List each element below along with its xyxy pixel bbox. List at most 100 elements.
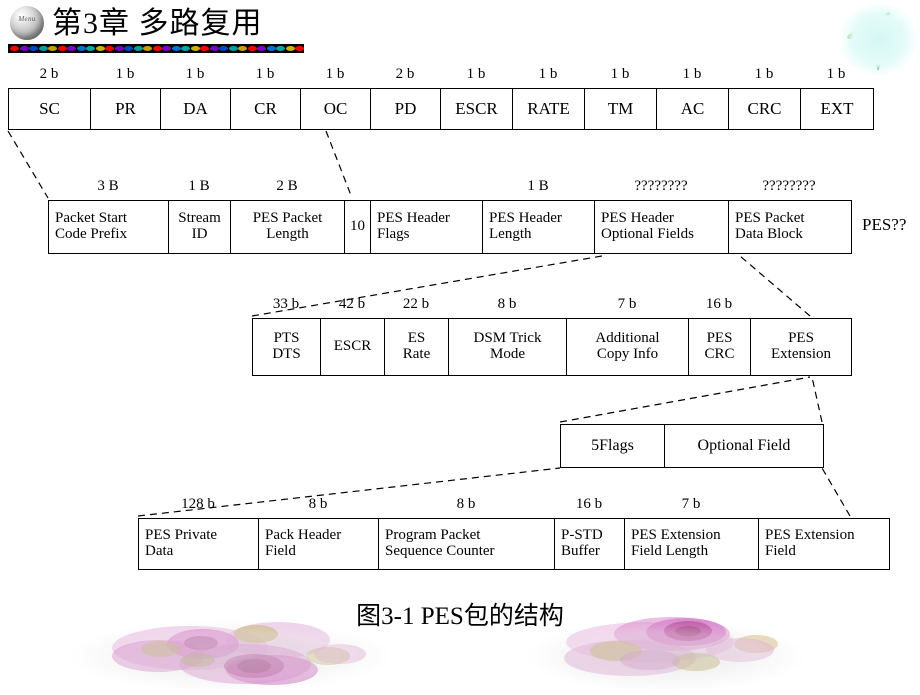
field-label: TM <box>607 99 634 119</box>
field-cell[interactable]: PES Packet Length <box>231 201 345 253</box>
field-cell[interactable]: 10 <box>345 201 371 253</box>
field-size-label: 1 b <box>682 66 702 82</box>
field-size-label: 1 b <box>325 66 345 82</box>
field-label: Packet Start <box>55 210 128 227</box>
title-rule-dot <box>266 46 276 51</box>
field-size-label: 16 b <box>705 296 733 312</box>
row4-to-row5-right <box>821 467 851 517</box>
field-cell[interactable]: PES CRC <box>689 319 751 375</box>
flower-decoration-right <box>500 604 830 690</box>
title-rule-dot <box>114 46 124 51</box>
field-cell[interactable]: PES Header Length <box>483 201 595 253</box>
row1-to-row2-left <box>7 130 49 199</box>
pes-extension-row: 5Flags Optional Field <box>560 424 824 468</box>
field-cell[interactable]: CR <box>231 89 301 129</box>
field-label: Mode <box>490 346 525 362</box>
field-cell[interactable]: Stream ID <box>169 201 231 253</box>
field-size-label: 1 b <box>610 66 630 82</box>
field-label: 5Flags <box>591 436 634 454</box>
field-cell[interactable]: SC <box>9 89 91 129</box>
field-label: Buffer <box>561 543 600 559</box>
field-cell[interactable]: PES Extension Field Length <box>625 519 759 569</box>
field-cell[interactable]: CRC <box>729 89 801 129</box>
field-cell[interactable]: DA <box>161 89 231 129</box>
field-label: Data Block <box>735 226 803 242</box>
field-cell[interactable]: PES Private Data <box>139 519 259 569</box>
field-cell[interactable]: Packet Start Code Prefix <box>49 201 169 253</box>
field-cell[interactable]: P-STD Buffer <box>555 519 625 569</box>
title-rule-dot <box>181 46 190 51</box>
field-label: Field <box>265 543 296 559</box>
field-cell[interactable]: OC <box>301 89 371 129</box>
field-label: Program Packet <box>385 527 481 544</box>
field-label: ID <box>191 226 208 242</box>
field-cell[interactable]: EXT <box>801 89 873 129</box>
field-label: PES Header <box>489 210 562 227</box>
field-cell[interactable]: PD <box>371 89 441 129</box>
field-label: PES <box>788 330 814 347</box>
field-size-label: 128 b <box>181 496 215 512</box>
flower-haze-right <box>500 610 830 690</box>
row3-to-row4-right <box>811 376 823 423</box>
field-cell[interactable]: PTS DTS <box>253 319 321 375</box>
field-label: DTS <box>272 346 301 362</box>
field-label: Length <box>489 226 532 242</box>
field-cell[interactable]: Pack Header Field <box>259 519 379 569</box>
field-label: PES Packet <box>252 210 323 227</box>
field-cell[interactable]: AC <box>657 89 729 129</box>
field-cell[interactable]: DSM Trick Mode <box>449 319 567 375</box>
field-label: RATE <box>527 99 570 119</box>
field-label: Pack Header <box>265 527 342 544</box>
field-cell[interactable]: TM <box>585 89 657 129</box>
title-rule-dot <box>76 46 86 51</box>
field-size-label: 1 b <box>466 66 486 82</box>
field-cell[interactable]: PR <box>91 89 161 129</box>
field-cell[interactable]: Additional Copy Info <box>567 319 689 375</box>
field-cell[interactable]: RATE <box>513 89 585 129</box>
field-size-label: ???????? <box>634 178 688 194</box>
field-size-label: 1 B <box>188 178 210 194</box>
title-rule-dot <box>133 46 143 51</box>
field-size-label: 22 b <box>402 296 430 312</box>
menu-sphere-label: Menu <box>18 15 36 23</box>
field-cell[interactable]: Optional Field <box>665 425 823 467</box>
field-label: CR <box>254 99 277 119</box>
field-size-label: 16 b <box>575 496 603 512</box>
field-cell[interactable]: PES Packet Data Block <box>729 201 851 253</box>
title-rule-dot <box>247 46 257 51</box>
field-cell[interactable]: PES Header Optional Fields <box>595 201 729 253</box>
field-cell[interactable]: PES Extension <box>751 319 851 375</box>
field-label: Sequence Counter <box>385 543 495 559</box>
field-size-label: 33 b <box>272 296 300 312</box>
pes-header-flag-bits-row: 2 b 1 b 1 b 1 b 1 b 2 b 1 b 1 b 1 b 1 b 1 b 1 b SC PR… <box>8 66 874 130</box>
field-size-label: 1 b <box>185 66 205 82</box>
title-rule-dot <box>95 46 105 51</box>
field-cell[interactable]: 5Flags <box>561 425 665 467</box>
field-label: Optional Field <box>697 436 791 454</box>
field-size-label: 8 b <box>497 296 517 312</box>
field-cell[interactable]: ESCR <box>441 89 513 129</box>
field-label: SC <box>39 99 60 119</box>
field-label: PES Extension <box>765 527 855 544</box>
field-size-label: 1 b <box>115 66 135 82</box>
title-rule-dot <box>190 46 200 51</box>
title-rule-dot <box>295 46 304 51</box>
field-cell[interactable]: PES Extension Field <box>759 519 889 569</box>
field-label: Extension <box>771 346 831 362</box>
field-cell[interactable]: PES Header Flags <box>371 201 483 253</box>
field-label: Flags <box>377 226 410 242</box>
field-cell[interactable]: ESCR <box>321 319 385 375</box>
page-title: 第3章 多路复用 <box>52 7 263 40</box>
leaf-sprig-background <box>838 2 916 74</box>
title-rule-dot <box>162 46 171 51</box>
field-size-label: 2 B <box>276 178 298 194</box>
field-cell[interactable]: Program Packet Sequence Counter <box>379 519 555 569</box>
title-rule-dot <box>228 46 238 51</box>
menu-sphere-logo[interactable]: Menu <box>10 6 44 40</box>
field-label: PR <box>115 99 136 119</box>
field-label: PES Packet <box>735 210 805 227</box>
field-cell[interactable]: ES Rate <box>385 319 449 375</box>
field-size-label: 8 b <box>456 496 476 512</box>
pes-packet-structure-row: 3 B 1 B 2 B 1 B???????????????? Packet Start… <box>48 178 852 254</box>
field-label: P-STD <box>561 527 603 544</box>
